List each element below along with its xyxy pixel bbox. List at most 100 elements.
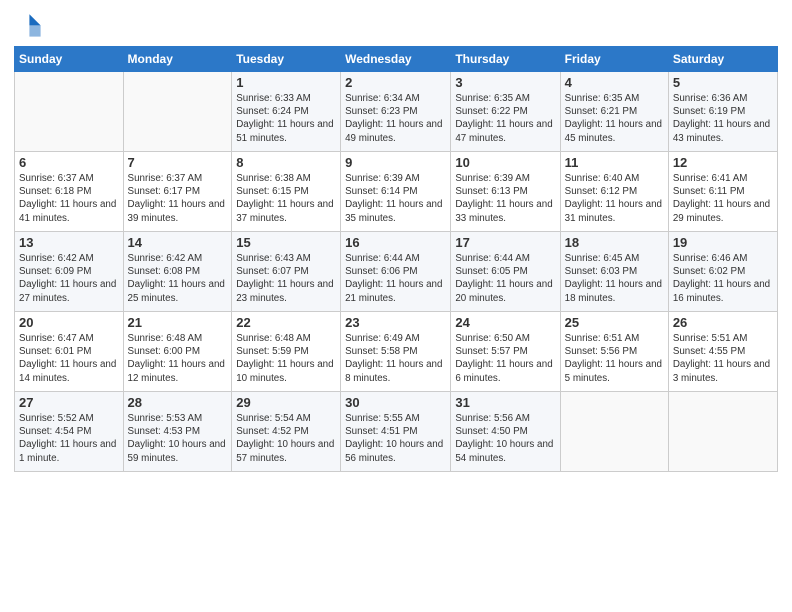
calendar-cell: 24 Sunrise: 6:50 AM Sunset: 5:57 PM Dayli… [451,312,560,392]
cell-info: Sunrise: 6:46 AM Sunset: 6:02 PM Dayligh… [673,252,773,305]
day-number: 1 [236,75,336,90]
calendar-cell: 7 Sunrise: 6:37 AM Sunset: 6:17 PM Daylig… [123,152,232,232]
calendar-cell: 17 Sunrise: 6:44 AM Sunset: 6:05 PM Dayli… [451,232,560,312]
calendar-cell: 10Sunrise: 6:39 AM Sunset: 6:13 PM Dayli… [451,152,560,232]
cell-info: Sunrise: 6:36 AM Sunset: 6:19 PM Dayligh… [673,92,773,145]
cell-info: Sunrise: 6:39 AM Sunset: 6:13 PM Dayligh… [455,172,555,225]
day-number: 17 [455,235,555,250]
cell-info: Sunrise: 6:51 AM Sunset: 5:56 PM Dayligh… [565,332,664,385]
cell-info: Sunrise: 6:34 AM Sunset: 6:23 PM Dayligh… [345,92,446,145]
cell-info: Sunrise: 6:47 AM Sunset: 6:01 PM Dayligh… [19,332,119,385]
logo-icon [14,10,42,38]
weekday-header: Sunday [15,47,124,72]
calendar-cell: 1 Sunrise: 6:33 AM Sunset: 6:24 PM Daylig… [232,72,341,152]
day-number: 15 [236,235,336,250]
cell-info: Sunrise: 5:56 AM Sunset: 4:50 PM Dayligh… [455,412,555,465]
calendar-cell: 5 Sunrise: 6:36 AM Sunset: 6:19 PM Daylig… [668,72,777,152]
calendar-cell: 14Sunrise: 6:42 AM Sunset: 6:08 PM Dayli… [123,232,232,312]
day-number: 16 [345,235,446,250]
day-number: 7 [128,155,228,170]
cell-info: Sunrise: 6:44 AM Sunset: 6:06 PM Dayligh… [345,252,446,305]
cell-info: Sunrise: 5:52 AM Sunset: 4:54 PM Dayligh… [19,412,119,465]
cell-info: Sunrise: 6:42 AM Sunset: 6:08 PM Dayligh… [128,252,228,305]
calendar-table: SundayMondayTuesdayWednesdayThursdayFrid… [14,46,778,472]
day-number: 25 [565,315,664,330]
calendar-cell: 30 Sunrise: 5:55 AM Sunset: 4:51 PM Dayli… [341,392,451,472]
calendar-cell: 16 Sunrise: 6:44 AM Sunset: 6:06 PM Dayli… [341,232,451,312]
calendar-cell: 25 Sunrise: 6:51 AM Sunset: 5:56 PM Dayli… [560,312,668,392]
calendar-cell: 3 Sunrise: 6:35 AM Sunset: 6:22 PM Daylig… [451,72,560,152]
cell-info: Sunrise: 6:39 AM Sunset: 6:14 PM Dayligh… [345,172,446,225]
calendar-cell [560,392,668,472]
cell-info: Sunrise: 6:50 AM Sunset: 5:57 PM Dayligh… [455,332,555,385]
day-number: 24 [455,315,555,330]
calendar-cell: 20 Sunrise: 6:47 AM Sunset: 6:01 PM Dayli… [15,312,124,392]
day-number: 23 [345,315,446,330]
day-number: 13 [19,235,119,250]
day-number: 30 [345,395,446,410]
cell-info: Sunrise: 6:33 AM Sunset: 6:24 PM Dayligh… [236,92,336,145]
cell-info: Sunrise: 5:53 AM Sunset: 4:53 PM Dayligh… [128,412,228,465]
calendar-cell: 22Sunrise: 6:48 AM Sunset: 5:59 PM Dayli… [232,312,341,392]
day-number: 28 [128,395,228,410]
day-number: 9 [345,155,446,170]
cell-info: Sunrise: 6:43 AM Sunset: 6:07 PM Dayligh… [236,252,336,305]
day-number: 19 [673,235,773,250]
day-number: 18 [565,235,664,250]
weekday-header: Monday [123,47,232,72]
cell-info: Sunrise: 6:42 AM Sunset: 6:09 PM Dayligh… [19,252,119,305]
calendar-week-row: 13 Sunrise: 6:42 AM Sunset: 6:09 PM Dayli… [15,232,778,312]
calendar-cell: 15 Sunrise: 6:43 AM Sunset: 6:07 PM Dayli… [232,232,341,312]
logo [14,10,46,38]
day-number: 3 [455,75,555,90]
cell-info: Sunrise: 5:55 AM Sunset: 4:51 PM Dayligh… [345,412,446,465]
day-number: 22 [236,315,336,330]
calendar-cell: 26 Sunrise: 5:51 AM Sunset: 4:55 PM Dayli… [668,312,777,392]
calendar-cell [15,72,124,152]
header [14,10,778,38]
day-number: 8 [236,155,336,170]
calendar-cell: 2 Sunrise: 6:34 AM Sunset: 6:23 PM Daylig… [341,72,451,152]
calendar-cell [123,72,232,152]
cell-info: Sunrise: 6:44 AM Sunset: 6:05 PM Dayligh… [455,252,555,305]
day-number: 4 [565,75,664,90]
cell-info: Sunrise: 6:38 AM Sunset: 6:15 PM Dayligh… [236,172,336,225]
calendar-header-row: SundayMondayTuesdayWednesdayThursdayFrid… [15,47,778,72]
weekday-header: Thursday [451,47,560,72]
calendar-week-row: 1 Sunrise: 6:33 AM Sunset: 6:24 PM Daylig… [15,72,778,152]
calendar-week-row: 20 Sunrise: 6:47 AM Sunset: 6:01 PM Dayli… [15,312,778,392]
calendar-cell: 27Sunrise: 5:52 AM Sunset: 4:54 PM Dayli… [15,392,124,472]
cell-info: Sunrise: 6:35 AM Sunset: 6:21 PM Dayligh… [565,92,664,145]
calendar-week-row: 6 Sunrise: 6:37 AM Sunset: 6:18 PM Daylig… [15,152,778,232]
cell-info: Sunrise: 5:54 AM Sunset: 4:52 PM Dayligh… [236,412,336,465]
calendar-cell: 29Sunrise: 5:54 AM Sunset: 4:52 PM Dayli… [232,392,341,472]
day-number: 5 [673,75,773,90]
cell-info: Sunrise: 6:37 AM Sunset: 6:18 PM Dayligh… [19,172,119,225]
cell-info: Sunrise: 6:49 AM Sunset: 5:58 PM Dayligh… [345,332,446,385]
cell-info: Sunrise: 6:45 AM Sunset: 6:03 PM Dayligh… [565,252,664,305]
day-number: 2 [345,75,446,90]
calendar-cell [668,392,777,472]
weekday-header: Tuesday [232,47,341,72]
cell-info: Sunrise: 6:40 AM Sunset: 6:12 PM Dayligh… [565,172,664,225]
calendar-cell: 31Sunrise: 5:56 AM Sunset: 4:50 PM Dayli… [451,392,560,472]
calendar-cell: 8 Sunrise: 6:38 AM Sunset: 6:15 PM Daylig… [232,152,341,232]
day-number: 26 [673,315,773,330]
calendar-cell: 13 Sunrise: 6:42 AM Sunset: 6:09 PM Dayli… [15,232,124,312]
weekday-header: Friday [560,47,668,72]
day-number: 21 [128,315,228,330]
calendar-cell: 12 Sunrise: 6:41 AM Sunset: 6:11 PM Dayli… [668,152,777,232]
cell-info: Sunrise: 6:41 AM Sunset: 6:11 PM Dayligh… [673,172,773,225]
cell-info: Sunrise: 6:37 AM Sunset: 6:17 PM Dayligh… [128,172,228,225]
day-number: 12 [673,155,773,170]
calendar-cell: 11Sunrise: 6:40 AM Sunset: 6:12 PM Dayli… [560,152,668,232]
weekday-header: Wednesday [341,47,451,72]
calendar-week-row: 27Sunrise: 5:52 AM Sunset: 4:54 PM Dayli… [15,392,778,472]
cell-info: Sunrise: 5:51 AM Sunset: 4:55 PM Dayligh… [673,332,773,385]
day-number: 20 [19,315,119,330]
page: SundayMondayTuesdayWednesdayThursdayFrid… [0,0,792,612]
calendar-cell: 9 Sunrise: 6:39 AM Sunset: 6:14 PM Daylig… [341,152,451,232]
day-number: 6 [19,155,119,170]
calendar-cell: 19 Sunrise: 6:46 AM Sunset: 6:02 PM Dayli… [668,232,777,312]
cell-info: Sunrise: 6:35 AM Sunset: 6:22 PM Dayligh… [455,92,555,145]
